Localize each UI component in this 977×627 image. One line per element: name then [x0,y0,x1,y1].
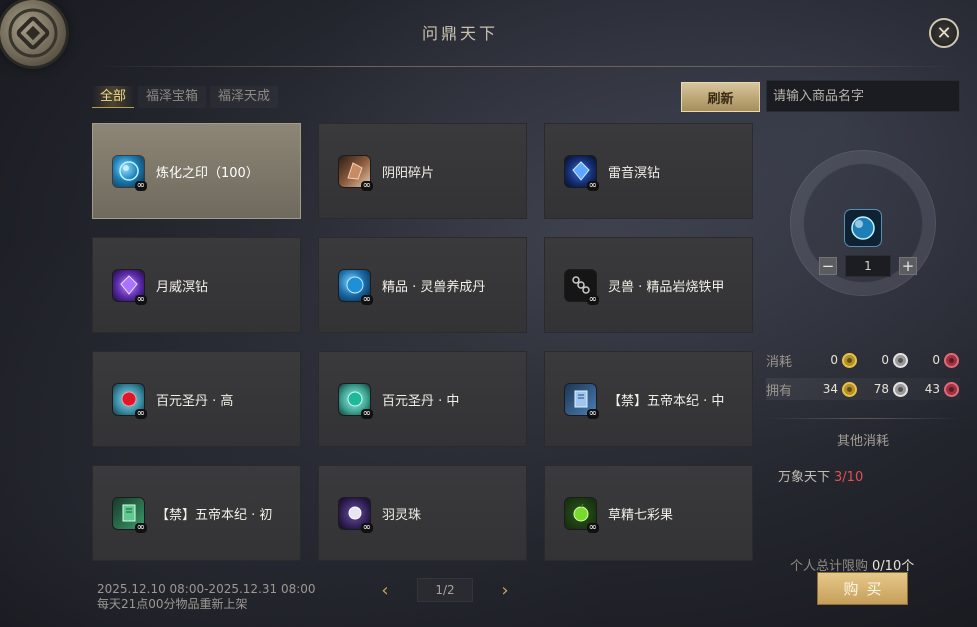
shard-icon: ∞ [339,155,373,191]
tab-blessing-heaven[interactable]: 福泽天成 [210,86,278,108]
item-card[interactable]: ∞ 精品 · 灵兽养成丹 [318,237,527,333]
blue-orb-icon: ∞ [113,155,147,191]
prev-page-button[interactable]: ‹ [378,578,392,602]
infinite-badge: ∞ [586,407,599,419]
red-coin-icon [944,381,959,397]
item-name: 百元圣丹 · 高 [156,393,234,409]
green-book-icon: ∞ [113,497,147,533]
close-button[interactable]: ✕ [929,18,959,48]
infinite-badge: ∞ [586,179,599,191]
gold-coin-icon [842,352,857,368]
item-name: 羽灵珠 [382,507,422,523]
cost-row: 消耗 0 0 0 [766,349,960,371]
infinite-badge: ∞ [134,179,147,191]
item-name: 灵兽 · 精品岩烧铁甲 [608,279,725,295]
item-name: 阴阳碎片 [382,165,435,181]
infinite-badge: ∞ [586,293,599,305]
item-card[interactable]: ∞ 月威溟钻 [92,237,301,333]
cost-gold-value: 0 [830,353,838,367]
item-name: 【禁】五帝本纪 · 中 [608,393,725,409]
next-page-button[interactable]: › [498,578,512,602]
page-indicator: 1/2 [417,578,473,602]
infinite-badge: ∞ [134,293,147,305]
infinite-badge: ∞ [360,407,373,419]
search-input[interactable] [766,80,960,112]
red-coin-icon [944,352,959,368]
blue-pill-icon: ∞ [339,269,373,305]
purple-gem-icon: ∞ [113,269,147,305]
owned-label: 拥有 [766,383,793,399]
item-name: 雷音溟钻 [608,165,661,181]
item-card[interactable]: ∞ 百元圣丹 · 中 [318,351,527,447]
item-name: 炼化之印（100） [156,165,259,181]
item-card[interactable]: ∞ 雷音溟钻 [544,123,753,219]
refresh-button[interactable]: 刷新 [681,82,760,112]
gold-coin-icon [842,381,857,397]
silver-coin-icon [893,381,908,397]
header-divider [95,66,960,67]
date-range: 2025.12.10 08:00-2025.12.31 08:00 [97,582,316,596]
pagination: ‹ 1/2 › [378,578,512,602]
green-pill-icon: ∞ [339,383,373,419]
quantity-stepper: − 1 + [819,255,917,277]
purchase-limit: 个人总计限购 0/10个 [790,555,914,574]
infinite-badge: ∞ [134,521,147,533]
owned-gold-value: 34 [822,382,838,396]
owned-row: 拥有 34 78 43 [766,378,960,400]
other-cost-count: 3/10 [834,470,864,485]
tab-blessing-chest[interactable]: 福泽宝箱 [138,86,206,108]
other-cost-title: 其他消耗 [836,434,889,449]
infinite-badge: ∞ [134,407,147,419]
limit-value: 0/10个 [872,559,915,574]
infinite-badge: ∞ [360,521,373,533]
limit-label: 个人总计限购 [790,559,869,574]
decrease-button[interactable]: − [819,257,837,275]
cost-silver-value: 0 [881,353,889,367]
infinite-badge: ∞ [360,179,373,191]
item-card[interactable]: ∞ 【禁】五帝本纪 · 中 [544,351,753,447]
owned-silver-value: 78 [873,382,889,396]
tab-all[interactable]: 全部 [92,86,135,108]
item-card[interactable]: ∞ 炼化之印（100） [92,123,301,219]
item-card[interactable]: ∞ 【禁】五帝本纪 · 初 [92,465,301,561]
green-fruit-icon: ∞ [565,497,599,533]
item-name: 月威溟钻 [156,279,209,295]
quantity-field[interactable]: 1 [845,255,891,277]
cost-red-value: 0 [932,353,940,367]
cost-label: 消耗 [766,354,793,370]
owned-red-value: 43 [924,382,940,396]
item-grid: ∞ 炼化之印（100） ∞ 阴阳碎片 ∞ 雷音溟钻 ∞ 月威溟钻 ∞ 精品 · … [92,123,753,561]
close-icon: ✕ [936,22,952,44]
red-pill-icon: ∞ [113,383,147,419]
window-title: 问鼎天下 [421,24,498,43]
item-card[interactable]: ∞ 阴阳碎片 [318,123,527,219]
silver-coin-icon [893,352,908,368]
blue-gem-icon: ∞ [565,155,599,191]
infinite-badge: ∞ [360,293,373,305]
item-name: 百元圣丹 · 中 [382,393,460,409]
item-card[interactable]: ∞ 百元圣丹 · 高 [92,351,301,447]
other-cost-name: 万象天下 [778,470,831,485]
selected-item-icon [845,210,881,246]
other-cost-item: 万象天下 3/10 [778,466,863,485]
filter-tabs: 全部 福泽宝箱 福泽天成 [92,86,278,108]
item-card[interactable]: ∞ 羽灵珠 [318,465,527,561]
armor-chain-icon: ∞ [565,269,599,305]
item-card[interactable]: ∞ 灵兽 · 精品岩烧铁甲 [544,237,753,333]
sale-period: 2025.12.10 08:00-2025.12.31 08:00 每天21点0… [97,582,316,612]
item-name: 【禁】五帝本纪 · 初 [156,507,273,523]
buy-button[interactable]: 购买 [818,573,907,604]
item-name: 草精七彩果 [608,507,674,523]
blue-book-icon: ∞ [565,383,599,419]
infinite-badge: ∞ [586,521,599,533]
pearl-icon: ∞ [339,497,373,533]
item-name: 精品 · 灵兽养成丹 [382,279,486,295]
increase-button[interactable]: + [899,257,917,275]
restock-note: 每天21点00分物品重新上架 [97,597,248,611]
item-card[interactable]: ∞ 草精七彩果 [544,465,753,561]
section-divider [766,418,960,419]
